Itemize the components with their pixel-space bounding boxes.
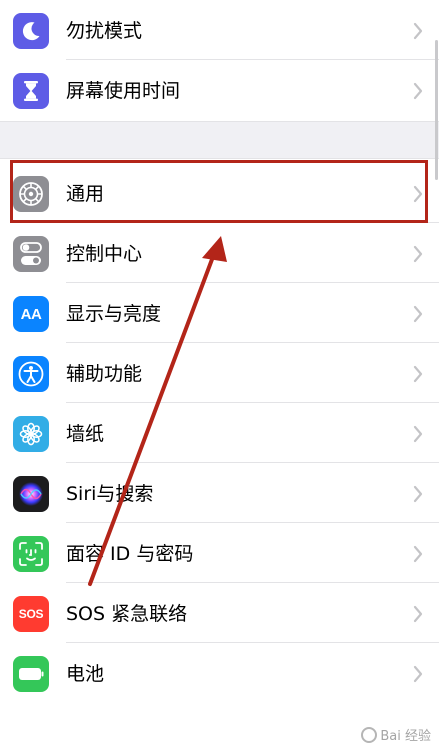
settings-item-label: 电池: [66, 663, 105, 685]
settings-item-control-center[interactable]: 控制中心: [0, 223, 439, 283]
text-size-icon-glyph: AA: [20, 305, 42, 323]
battery-icon: [13, 656, 49, 692]
settings-item-siri-search[interactable]: Siri与搜索: [0, 463, 439, 523]
watermark-text: Bai 经验: [380, 729, 431, 744]
chevron-right-icon: [413, 22, 423, 40]
flower-icon: [13, 416, 49, 452]
sos-icon-glyph: SOS: [18, 607, 44, 621]
settings-item-display-brightness[interactable]: AA 显示与亮度: [0, 283, 439, 343]
settings-item-accessibility[interactable]: 辅助功能: [0, 343, 439, 403]
chevron-right-icon: [413, 665, 423, 683]
settings-screen: 勿扰模式 屏幕使用时间 通用 控制中心 AA 显示与亮度 辅助功能 墙纸 Sir…: [0, 0, 439, 750]
sos-icon: SOS: [13, 596, 49, 632]
gear-icon: [13, 176, 49, 212]
settings-item-label: SOS 紧急联络: [66, 603, 188, 625]
settings-item-label: 屏幕使用时间: [66, 80, 181, 102]
text-size-icon: AA: [13, 296, 49, 332]
settings-item-face-id-passcode[interactable]: 面容 ID 与密码: [0, 523, 439, 583]
settings-item-screen-time[interactable]: 屏幕使用时间: [0, 60, 439, 120]
chevron-right-icon: [413, 245, 423, 263]
moon-icon: [13, 13, 49, 49]
chevron-right-icon: [413, 82, 423, 100]
settings-item-battery[interactable]: 电池: [0, 643, 439, 703]
settings-item-label: 墙纸: [66, 423, 105, 445]
settings-group-main: 通用 控制中心 AA 显示与亮度 辅助功能 墙纸 Siri与搜索 面容 ID 与…: [0, 163, 439, 703]
settings-item-emergency-sos[interactable]: SOS SOS 紧急联络: [0, 583, 439, 643]
settings-item-label: Siri与搜索: [66, 483, 154, 505]
chevron-right-icon: [413, 365, 423, 383]
hourglass-icon: [13, 73, 49, 109]
chevron-right-icon: [413, 185, 423, 203]
toggles-icon: [13, 236, 49, 272]
chevron-right-icon: [413, 305, 423, 323]
scroll-indicator[interactable]: [435, 40, 438, 180]
settings-item-label: 控制中心: [66, 243, 143, 265]
settings-item-label: 显示与亮度: [66, 303, 162, 325]
settings-item-label: 辅助功能: [66, 363, 143, 385]
settings-item-general[interactable]: 通用: [0, 163, 439, 223]
accessibility-icon: [13, 356, 49, 392]
watermark: Bai 经验: [361, 725, 431, 744]
siri-icon: [13, 476, 49, 512]
settings-group-focus: 勿扰模式 屏幕使用时间: [0, 0, 439, 120]
chevron-right-icon: [413, 545, 423, 563]
settings-item-label: 通用: [66, 183, 105, 205]
section-gap: [0, 121, 439, 159]
baidu-paw-logo: [361, 726, 378, 743]
chevron-right-icon: [413, 485, 423, 503]
face-id-icon: [13, 536, 49, 572]
settings-item-do-not-disturb[interactable]: 勿扰模式: [0, 0, 439, 60]
chevron-right-icon: [413, 605, 423, 623]
settings-item-wallpaper[interactable]: 墙纸: [0, 403, 439, 463]
settings-item-label: 面容 ID 与密码: [66, 543, 194, 565]
chevron-right-icon: [413, 425, 423, 443]
settings-item-label: 勿扰模式: [66, 20, 143, 42]
